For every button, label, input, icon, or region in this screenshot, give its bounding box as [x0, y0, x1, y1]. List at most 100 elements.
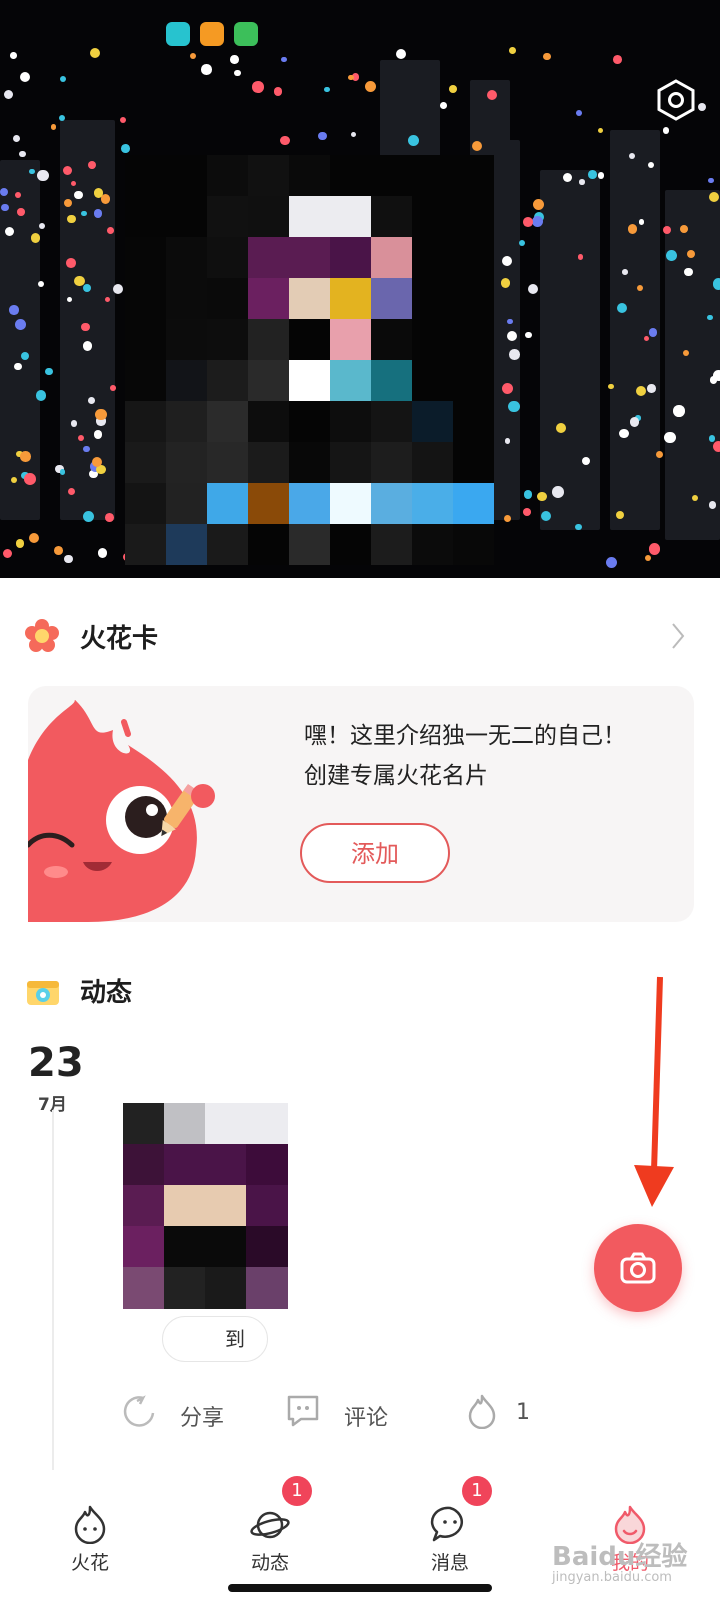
city-light — [579, 179, 585, 185]
city-light — [439, 101, 447, 109]
avatar-mosaic-tile — [289, 483, 330, 524]
home-indicator[interactable] — [228, 1584, 492, 1592]
like-count: 1 — [516, 1400, 530, 1425]
avatar-mosaic-tile — [412, 483, 453, 524]
hexagon-gear-icon[interactable] — [654, 78, 698, 122]
chevron-right-icon[interactable] — [668, 620, 688, 652]
city-light — [59, 469, 66, 475]
city-light — [684, 268, 693, 277]
city-light — [523, 490, 533, 499]
blurred-avatar[interactable] — [125, 155, 495, 573]
camera-fab-button[interactable] — [594, 1224, 682, 1312]
add-spark-card-button[interactable]: 添加 — [300, 823, 450, 883]
city-light — [504, 438, 511, 444]
city-building — [665, 190, 720, 540]
city-light — [500, 278, 511, 288]
nav-item-spark[interactable]: 火花 — [30, 1488, 150, 1588]
city-light — [14, 362, 22, 370]
city-light — [59, 75, 66, 82]
avatar-mosaic-tile — [330, 442, 371, 483]
city-light — [575, 109, 582, 116]
profile-cover[interactable] — [0, 0, 720, 578]
avatar-mosaic-tile — [371, 319, 412, 360]
avatar-mosaic-tile — [166, 524, 207, 565]
share-label[interactable]: 分享 — [180, 1400, 224, 1432]
avatar-mosaic-tile — [453, 360, 494, 401]
city-light — [350, 131, 357, 137]
status-bar-icons — [166, 22, 258, 46]
city-light — [501, 255, 513, 266]
city-light — [13, 134, 21, 143]
avatar-mosaic-tile — [412, 442, 453, 483]
avatar-mosaic-tile — [330, 524, 371, 565]
comment-icon[interactable] — [285, 1393, 321, 1429]
thumb-mosaic-tile — [205, 1103, 247, 1145]
avatar-mosaic-tile — [412, 155, 453, 196]
avatar-mosaic-tile — [289, 442, 330, 483]
city-light — [45, 367, 53, 376]
city-light — [662, 127, 670, 134]
city-light — [2, 548, 13, 559]
avatar-mosaic-tile — [453, 196, 494, 237]
comment-label[interactable]: 评论 — [344, 1400, 388, 1432]
avatar-mosaic-tile — [371, 278, 412, 319]
city-light — [9, 305, 19, 315]
avatar-mosaic-tile — [412, 278, 453, 319]
post-tag-pill[interactable]: 到 — [162, 1316, 268, 1362]
post-image[interactable] — [123, 1103, 289, 1311]
city-light — [201, 64, 212, 75]
flame-like-icon[interactable] — [464, 1393, 500, 1429]
city-light — [234, 69, 242, 77]
city-light — [82, 511, 94, 523]
avatar-mosaic-tile — [248, 196, 289, 237]
spark-card-intro-line2: 创建专属火花名片 — [304, 763, 488, 789]
avatar-mosaic-tile — [248, 442, 289, 483]
city-light — [644, 555, 652, 562]
avatar-mosaic-tile — [207, 237, 248, 278]
city-light — [698, 102, 707, 111]
avatar-mosaic-tile — [330, 278, 371, 319]
city-light — [83, 445, 90, 453]
city-light — [605, 557, 617, 569]
avatar-mosaic-tile — [207, 278, 248, 319]
city-light — [551, 486, 564, 499]
nav-label-spark: 火花 — [70, 1552, 109, 1574]
city-light — [708, 177, 714, 184]
thumb-mosaic-tile — [246, 1103, 288, 1145]
city-light — [519, 239, 526, 246]
city-light — [407, 135, 419, 147]
avatar-mosaic-tile — [166, 278, 207, 319]
city-light — [30, 233, 41, 243]
city-light — [78, 434, 85, 441]
avatar-mosaic-tile — [371, 237, 412, 278]
feed-title: 动态 — [80, 978, 133, 1008]
thumb-mosaic-tile — [123, 1267, 165, 1309]
nav-label-feed: 动态 — [250, 1552, 289, 1574]
thumb-mosaic-tile — [205, 1144, 247, 1186]
flower-icon — [25, 619, 59, 652]
city-light — [0, 187, 9, 196]
spark-card-intro-line1: 嘿！这里介绍独一无二的自己！ — [304, 723, 626, 749]
city-light — [19, 150, 26, 158]
avatar-mosaic-tile — [330, 360, 371, 401]
annotation-arrow — [634, 976, 674, 1207]
city-light — [509, 46, 516, 54]
avatar-mosaic-tile — [125, 401, 166, 442]
avatar-mosaic-tile — [248, 319, 289, 360]
city-light — [35, 390, 47, 402]
city-light — [70, 180, 76, 186]
avatar-mosaic-tile — [125, 196, 166, 237]
avatar-mosaic-tile — [453, 237, 494, 278]
share-icon[interactable] — [121, 1393, 157, 1429]
nav-item-messages[interactable]: 消息 1 — [390, 1476, 510, 1588]
avatar-mosaic-tile — [289, 237, 330, 278]
thumb-mosaic-tile — [246, 1185, 288, 1227]
thumb-mosaic-tile — [123, 1144, 165, 1186]
city-light — [662, 225, 672, 235]
city-light — [24, 473, 37, 485]
thumb-mosaic-tile — [123, 1103, 165, 1145]
avatar-mosaic-tile — [125, 442, 166, 483]
avatar-mosaic-tile — [125, 155, 166, 196]
avatar-mosaic-tile — [453, 401, 494, 442]
nav-item-feed[interactable]: 动态 1 — [210, 1476, 330, 1588]
